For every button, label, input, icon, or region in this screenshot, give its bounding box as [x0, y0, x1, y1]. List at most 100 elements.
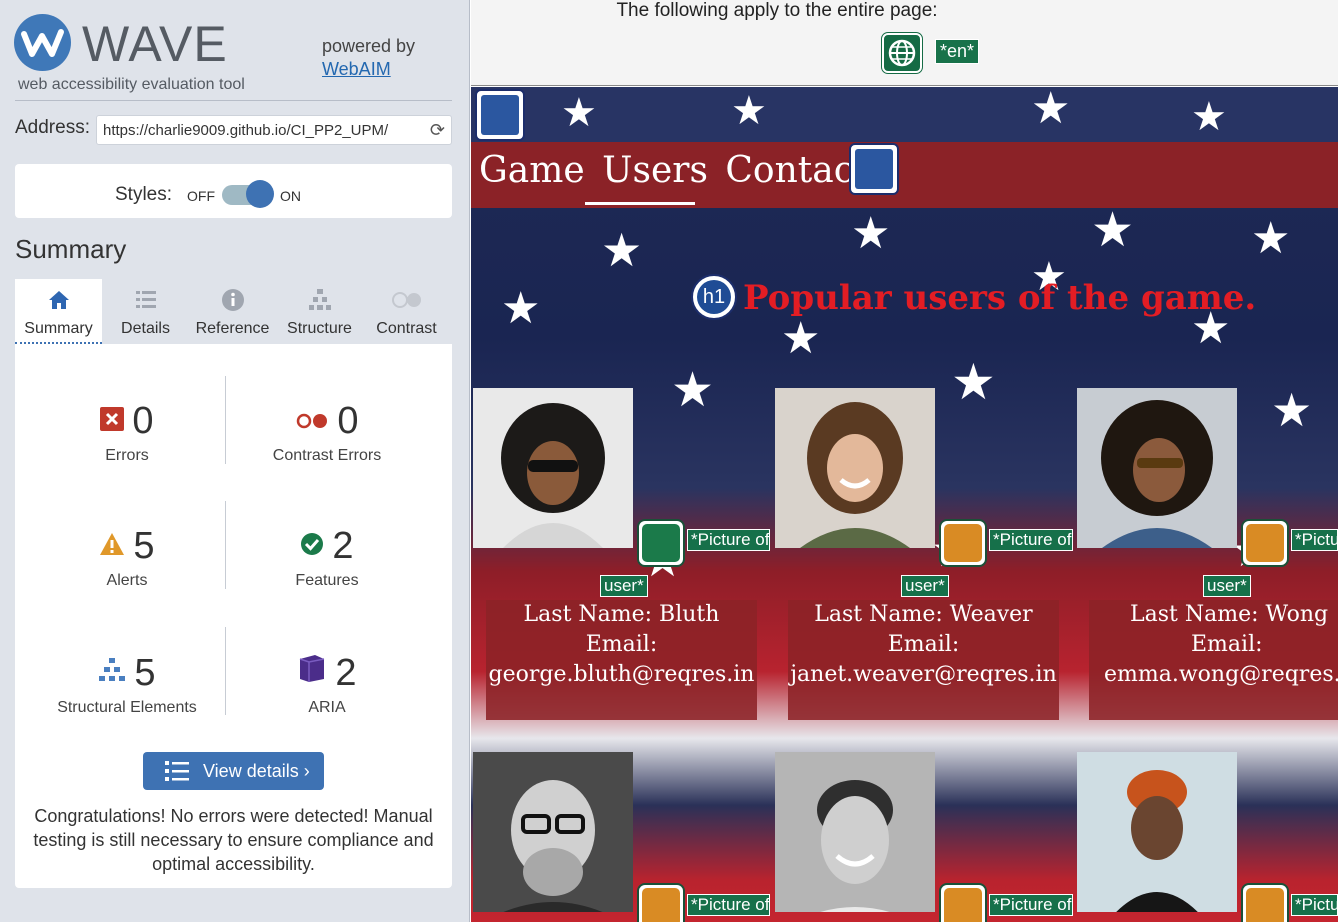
alert-icon — [99, 522, 125, 566]
alerts-count: 5 — [133, 525, 155, 567]
structural-count: 5 — [134, 652, 156, 694]
powered-by-text: powered by — [322, 36, 416, 56]
flag-star: ★ — [951, 354, 996, 410]
tab-summary[interactable]: Summary — [15, 279, 102, 344]
home-icon — [15, 287, 102, 313]
contrast-errors-stat[interactable]: 0 Contrast Errors — [217, 399, 437, 465]
aria-stat[interactable]: 2 ARIA — [217, 651, 437, 717]
flag-star: ★ — [561, 91, 597, 135]
user-card: Last Name: Wong Email: emma.wong@reqres.… — [1089, 600, 1338, 720]
user-email: emma.wong@reqres.in — [1104, 662, 1338, 687]
alt-text-tag: *Picture of — [989, 529, 1073, 551]
user-last-name: Last Name: Bluth — [523, 602, 720, 627]
alt-text-tag: *Picture of — [687, 529, 770, 551]
alt-text-tag: *Picture of — [687, 894, 770, 916]
styles-off-label: OFF — [187, 188, 215, 204]
alerts-stat[interactable]: 5 Alerts — [17, 524, 237, 590]
tab-label: Contrast — [376, 320, 437, 337]
summary-heading: Summary — [15, 234, 127, 264]
nav-link-users[interactable]: Users — [602, 150, 708, 191]
user-photo — [775, 388, 935, 548]
tab-bar: Summary Details Reference Structure Cont… — [15, 279, 452, 344]
error-icon — [100, 397, 125, 441]
nav-active-underline — [585, 202, 695, 205]
image-alert-icon[interactable] — [1241, 883, 1289, 922]
user-photo — [473, 388, 633, 548]
congrats-message: Congratulations! No errors were detected… — [33, 806, 434, 874]
tab-label: Details — [121, 320, 170, 337]
image-alert-icon[interactable] — [637, 883, 685, 922]
alt-text-tag: user* — [600, 575, 648, 597]
list-icon — [102, 287, 189, 313]
user-photo — [775, 752, 935, 912]
flag-star: ★ — [1271, 384, 1313, 436]
view-details-label: View details › — [203, 761, 310, 781]
user-email-label: Email: — [1191, 632, 1263, 657]
user-photo — [473, 752, 633, 912]
address-input[interactable]: https://charlie9009.github.io/CI_PP2_UPM… — [96, 115, 452, 145]
tab-details[interactable]: Details — [102, 279, 189, 344]
nav-link-contact[interactable]: Contact — [725, 150, 868, 191]
flag-star: ★ — [781, 314, 821, 363]
styles-label: Styles: — [115, 184, 173, 205]
header-landmark-icon[interactable] — [475, 89, 525, 141]
alt-text-tag: *Pictu — [1291, 894, 1338, 916]
evaluated-page: The following apply to the entire page: … — [471, 0, 1338, 922]
view-details-button[interactable]: View details › — [143, 752, 324, 790]
nav-links: Game Users Contact — [479, 150, 868, 191]
summary-panel: Summary Details Reference Structure Cont… — [15, 279, 452, 888]
styles-toggle-panel: Styles: OFF ON — [15, 164, 452, 218]
user-photo — [1077, 752, 1237, 912]
contrast-errors-label: Contrast Errors — [272, 446, 382, 464]
flag-star: ★ — [671, 364, 715, 417]
wave-title: WAVE — [82, 16, 228, 72]
features-label: Features — [295, 571, 359, 589]
structural-stat[interactable]: 5 Structural Elements — [17, 651, 237, 717]
webaim-link[interactable]: WebAIM — [322, 58, 415, 81]
flag-star: ★ — [851, 209, 891, 258]
flag-star: ★ — [501, 284, 541, 333]
address-value: https://charlie9009.github.io/CI_PP2_UPM… — [103, 122, 389, 139]
alt-text-tag: *Picture of — [989, 894, 1073, 916]
info-icon — [189, 287, 276, 313]
site-navbar: Game Users Contact — [471, 142, 1338, 208]
image-alert-icon[interactable] — [939, 883, 987, 922]
user-last-name: Last Name: Wong — [1130, 602, 1329, 627]
contrast-icon — [363, 287, 450, 313]
contrast-errors-count: 0 — [337, 400, 359, 442]
flag-star: ★ — [1091, 204, 1135, 257]
image-alert-icon[interactable] — [1241, 519, 1289, 567]
contrast-error-icon — [295, 397, 329, 441]
image-feature-icon[interactable] — [637, 519, 685, 567]
alerts-label: Alerts — [106, 571, 148, 589]
tab-structure[interactable]: Structure — [276, 279, 363, 344]
user-card: Last Name: Weaver Email: janet.weaver@re… — [788, 600, 1059, 720]
flag-star: ★ — [1191, 95, 1227, 139]
page-heading: Popular users of the game. — [743, 278, 1257, 318]
tab-reference[interactable]: Reference — [189, 279, 276, 344]
h1-icon[interactable]: h1 — [691, 274, 737, 320]
language-globe-icon[interactable] — [882, 33, 922, 73]
tab-contrast[interactable]: Contrast — [363, 279, 450, 344]
tab-label: Summary — [24, 320, 93, 337]
image-alert-icon[interactable] — [939, 519, 987, 567]
styles-on-label: ON — [280, 188, 301, 204]
flag-star: ★ — [601, 224, 643, 276]
user-card: Last Name: Bluth Email: george.bluth@req… — [486, 600, 757, 720]
alt-text-tag: *Pictu — [1291, 529, 1338, 551]
alt-text-tag: user* — [901, 575, 949, 597]
reload-icon[interactable]: ⟳ — [430, 120, 445, 141]
features-stat[interactable]: 2 Features — [217, 524, 437, 590]
alt-text-tag: user* — [1203, 575, 1251, 597]
user-email: janet.weaver@reqres.in — [790, 662, 1057, 687]
errors-stat[interactable]: 0 Errors — [17, 399, 237, 465]
aria-count: 2 — [335, 652, 357, 694]
user-photo — [1077, 388, 1237, 548]
language-tag: *en* — [935, 39, 980, 64]
page-wide-bar: The following apply to the entire page: … — [471, 0, 1338, 86]
nav-landmark-icon[interactable] — [849, 143, 899, 195]
wave-tagline: web accessibility evaluation tool — [18, 76, 245, 93]
nav-link-game[interactable]: Game — [479, 150, 585, 191]
list-icon — [165, 760, 189, 788]
styles-toggle-knob[interactable] — [246, 180, 274, 208]
